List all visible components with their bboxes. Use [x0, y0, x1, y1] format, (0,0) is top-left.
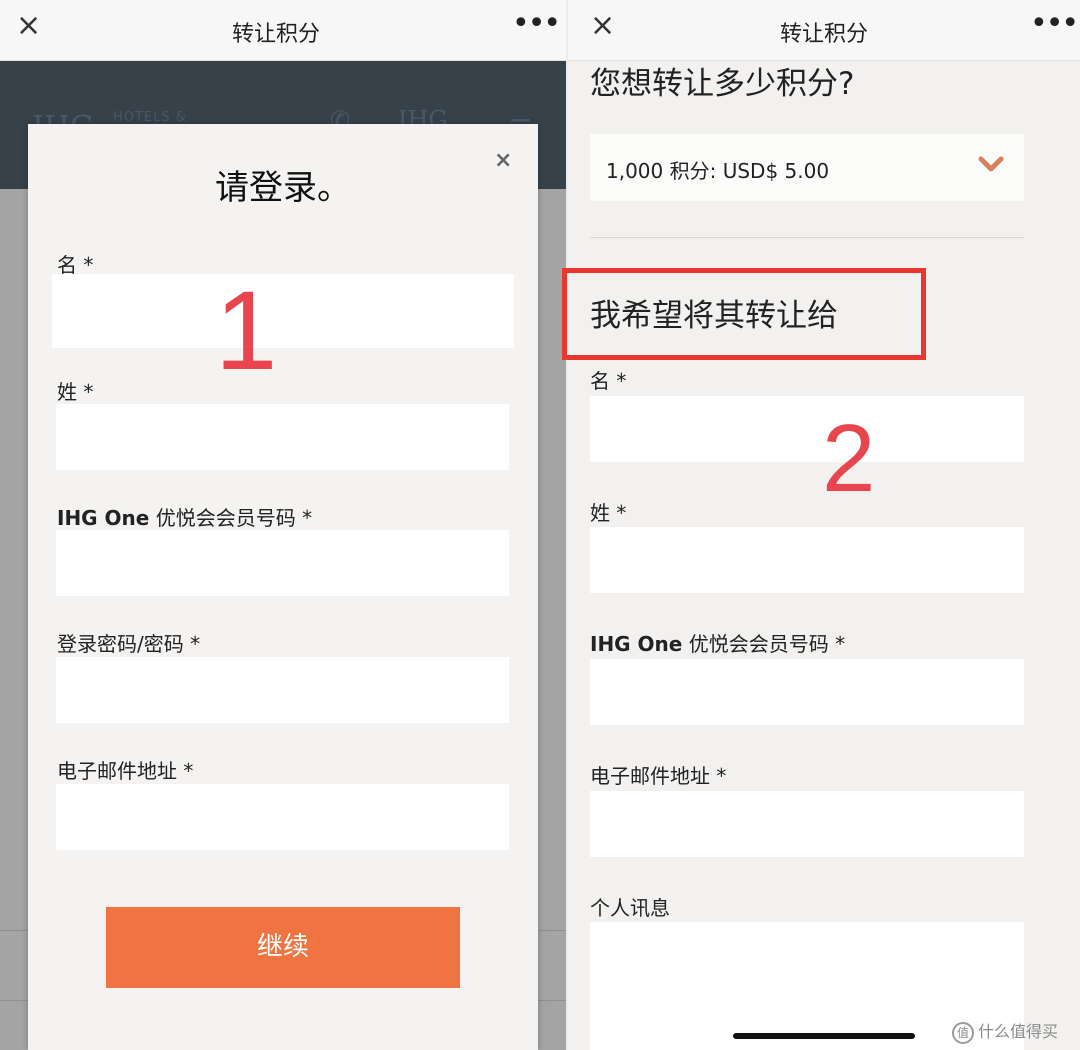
password-input[interactable]: [56, 657, 509, 723]
more-options-icon[interactable]: •••: [512, 6, 561, 41]
watermark: 值什么值得买: [952, 1018, 1058, 1044]
watermark-text: 什么值得买: [978, 1022, 1059, 1041]
recipient-first-name-label: 名 *: [590, 369, 627, 393]
recipient-first-name-input[interactable]: [590, 396, 1024, 462]
home-indicator: [733, 1033, 915, 1039]
right-screenshot: 您想转让多少积分? 1,000 积分: USD$ 5.00 我希望将其转让给 名…: [568, 0, 1080, 1050]
email-input[interactable]: [56, 784, 509, 850]
personal-message-label: 个人讯息: [590, 896, 670, 920]
section-divider: [590, 237, 1024, 238]
last-name-label: 姓 *: [57, 380, 94, 404]
chevron-down-icon: [978, 156, 1004, 172]
annotation-number-1: 1: [215, 268, 278, 393]
member-number-input[interactable]: [56, 530, 509, 596]
email-label: 电子邮件地址 *: [57, 759, 194, 783]
recipient-email-label: 电子邮件地址 *: [590, 764, 727, 788]
modal-title: 请登录。: [215, 168, 351, 208]
watermark-icon: 值: [952, 1021, 974, 1044]
member-number-label: IHG One 优悦会会员号码 *: [57, 506, 313, 530]
close-icon[interactable]: ×: [590, 11, 615, 41]
modal-close-icon[interactable]: ×: [494, 148, 512, 173]
password-label: 登录密码/密码 *: [57, 632, 201, 656]
annotation-number-2: 2: [822, 405, 876, 512]
last-name-input[interactable]: [56, 404, 509, 470]
highlight-box: [562, 268, 926, 360]
more-options-icon[interactable]: •••: [1030, 6, 1079, 41]
wechat-topbar: × 转让积分 •••: [568, 0, 1080, 61]
recipient-email-input[interactable]: [590, 791, 1024, 857]
ihg-logo-subtext: HOTELS &: [113, 110, 187, 125]
continue-button[interactable]: 继续: [106, 907, 460, 988]
recipient-member-number-input[interactable]: [590, 659, 1024, 725]
recipient-last-name-label: 姓 *: [590, 501, 627, 525]
login-modal: 请登录。 × 名 * 姓 * IHG One 优悦会会员号码 * 登录密码/密码…: [28, 124, 538, 1050]
points-amount-select[interactable]: 1,000 积分: USD$ 5.00: [590, 134, 1024, 201]
points-select-value: 1,000 积分: USD$ 5.00: [606, 159, 830, 183]
page-title: 转让积分: [780, 22, 869, 47]
wechat-topbar: × 转让积分 •••: [0, 0, 566, 61]
recipient-member-number-label: IHG One 优悦会会员号码 *: [590, 632, 846, 656]
page-title: 转让积分: [232, 22, 321, 47]
left-screenshot: IHG HOTELS & ✆ IHG ≡ × 转让积分 ••• 请登录。 × 名…: [0, 0, 566, 1050]
points-question-heading: 您想转让多少积分?: [590, 66, 855, 102]
close-icon[interactable]: ×: [16, 11, 41, 41]
recipient-last-name-input[interactable]: [590, 527, 1024, 593]
first-name-input[interactable]: [52, 274, 514, 348]
